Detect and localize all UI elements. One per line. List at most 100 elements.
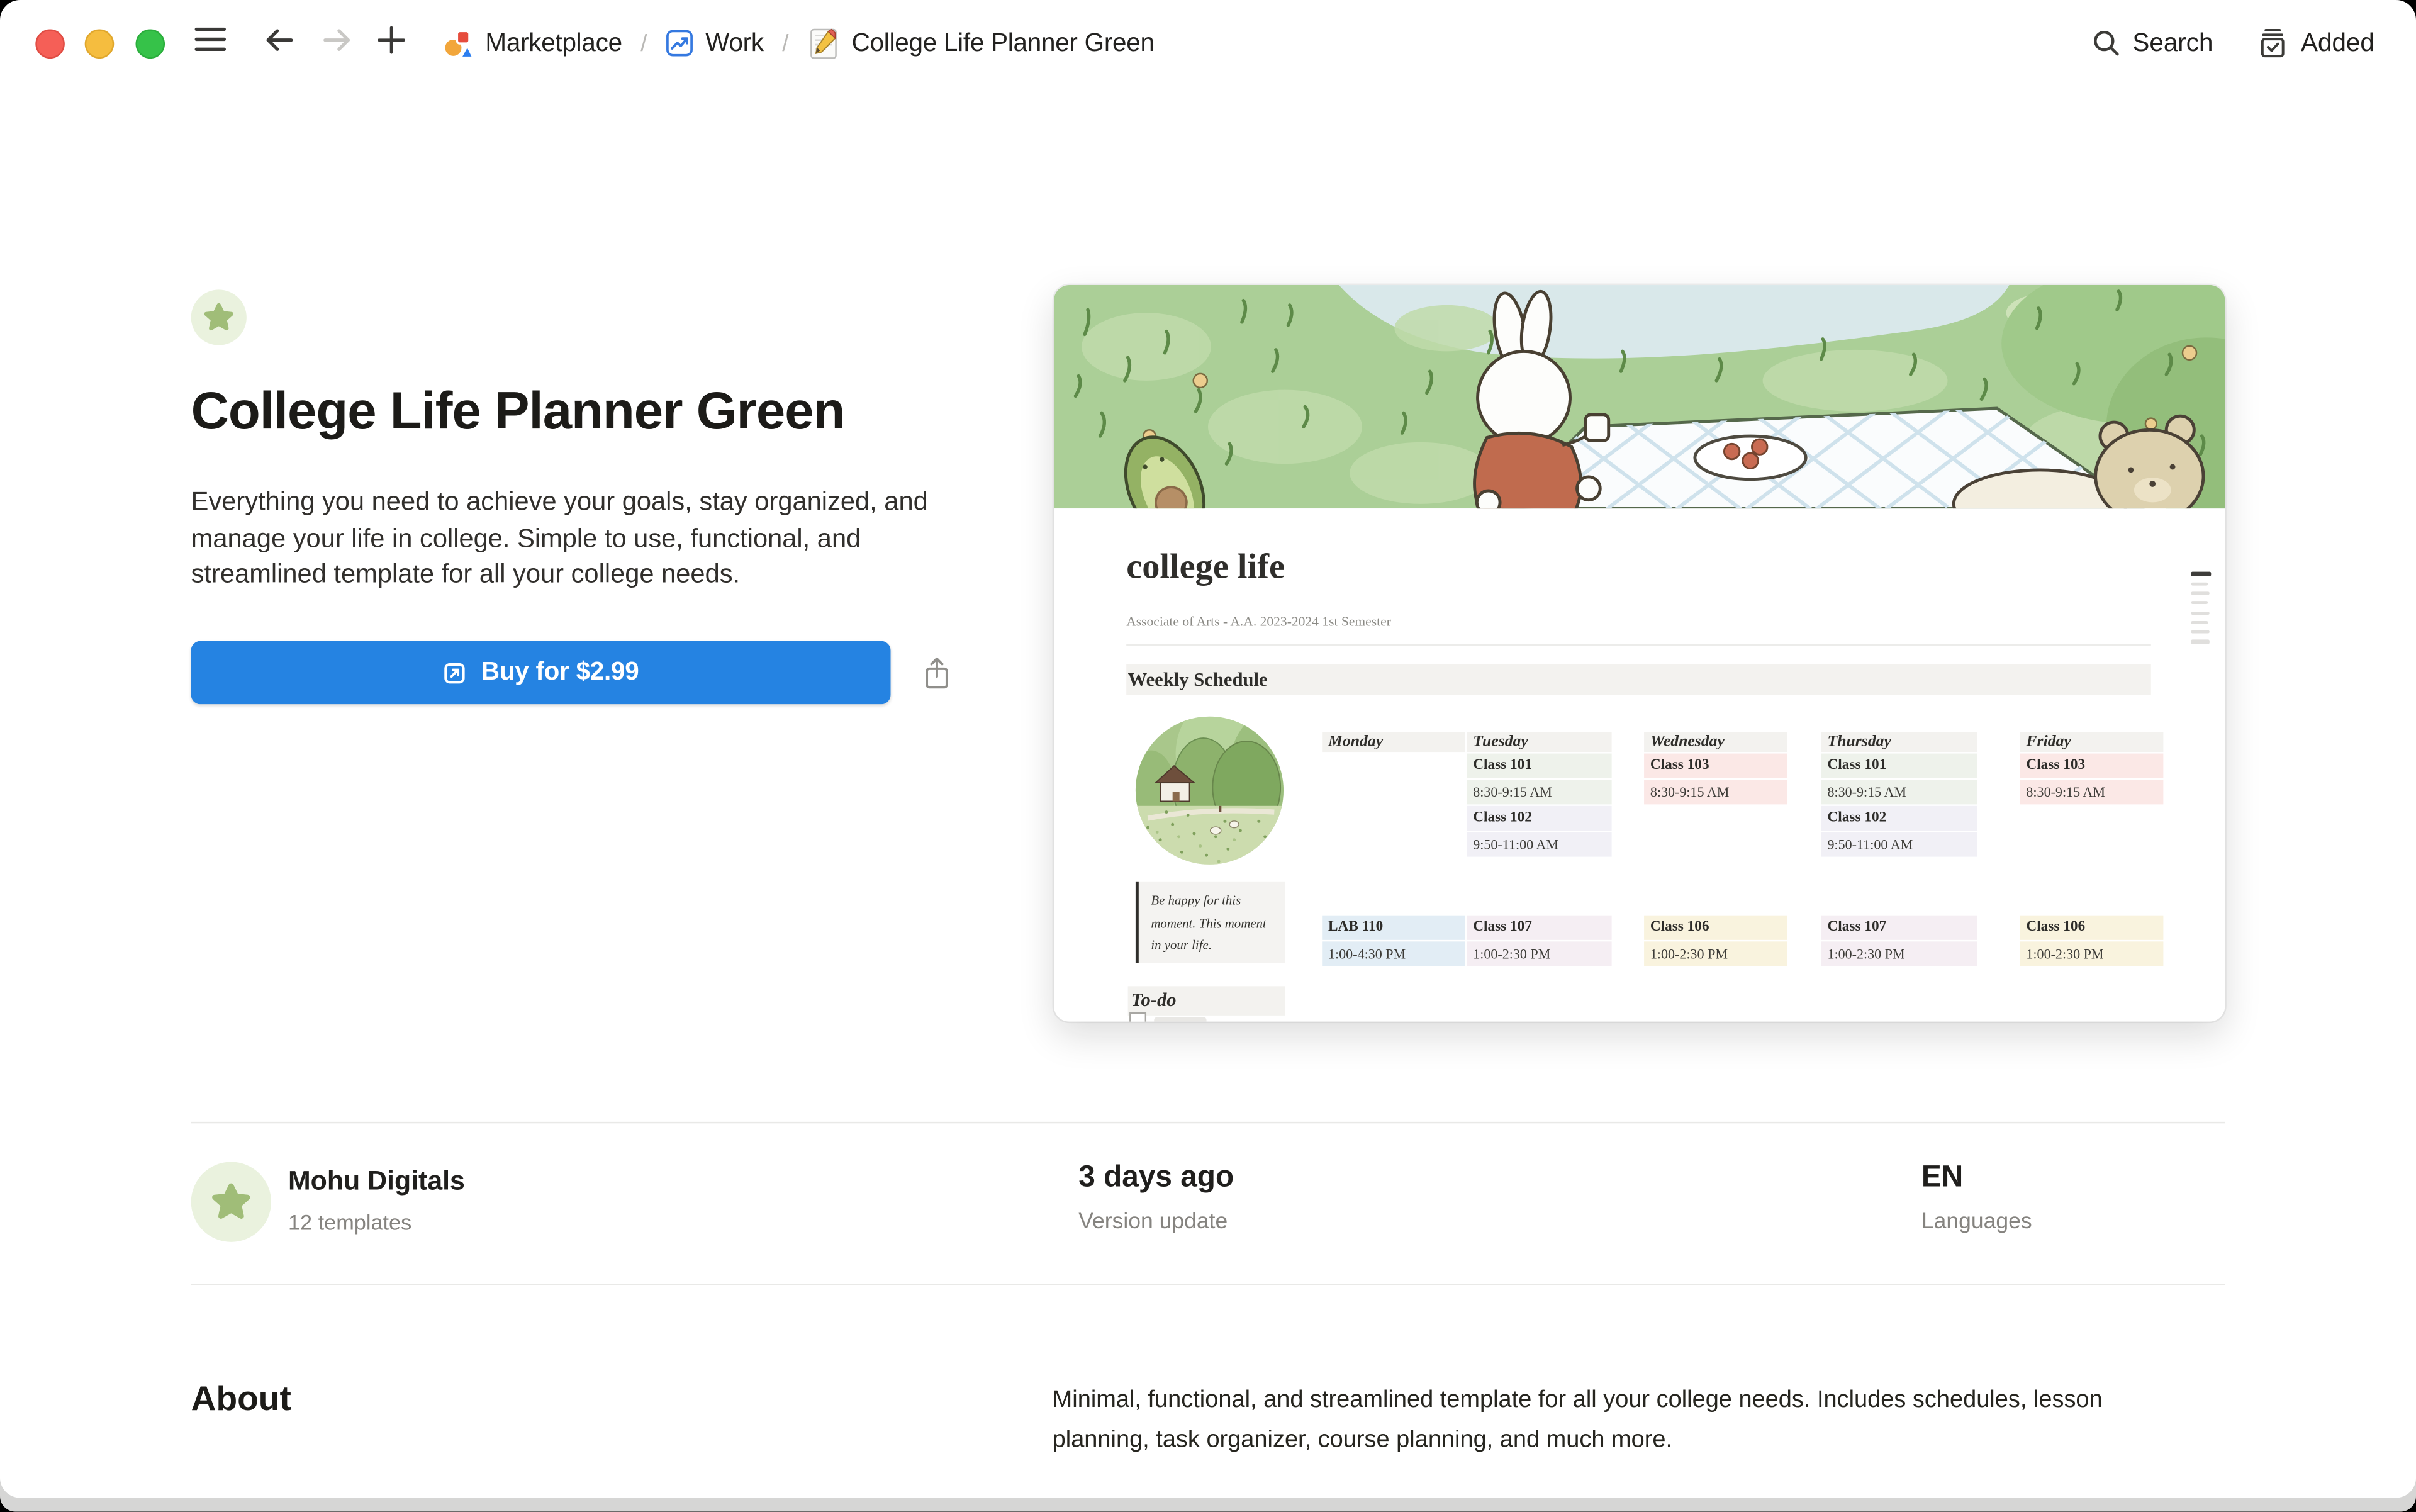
app-window: Marketplace / Work / [0,0,2416,1498]
memo-page-icon [807,27,839,59]
breadcrumb-item-work[interactable]: Work [666,28,764,58]
schedule-cell: Class 102 [1821,806,1977,831]
forest-circle-illustration [1136,717,1284,865]
schedule-cell-time: 1:00-2:30 PM [1821,941,1977,966]
buy-button-label: Buy for $2.99 [481,658,639,688]
screen: Marketplace / Work / [0,0,2416,1512]
day-header: Monday [1322,732,1465,752]
day-header: Wednesday [1644,732,1787,752]
section-divider [191,1284,2225,1285]
last-updated-label: Version update [1078,1209,1228,1234]
search-button[interactable]: Search [2091,28,2213,59]
green-star-icon [203,302,234,333]
day-header: Tuesday [1467,732,1611,752]
breadcrumb-separator: / [636,30,652,57]
added-box-check-icon [2256,26,2290,60]
template-description: Everything you need to achieve your goal… [191,484,977,593]
buy-button[interactable]: Buy for $2.99 [191,641,891,704]
toc-dash [2191,572,2211,576]
added-button[interactable]: Added [2256,26,2374,60]
about-heading: About [191,1379,291,1420]
schedule-cell: Class 102 [1467,806,1611,831]
preview-page-subtitle: Associate of Arts - A.A. 2023-2024 1st S… [1126,613,1391,629]
creator-template-count: 12 templates [288,1209,411,1234]
schedule-cell-time: 1:00-4:30 PM [1322,941,1465,966]
creator-name[interactable]: Mohu Digitals [288,1165,465,1197]
breadcrumb-label: College Life Planner Green [852,28,1155,58]
quote-block: Be happy for this moment. This moment in… [1136,882,1285,963]
language-value: EN [1921,1160,1963,1196]
marketplace-logo-icon [444,28,473,59]
schedule-cell-time: 8:30-9:15 AM [2020,780,2164,804]
last-updated: 3 days ago [1078,1160,1234,1196]
added-label: Added [2301,28,2374,58]
forward-arrow-icon [320,26,354,54]
toc-dash [2191,602,2208,605]
breadcrumb-label: Work [705,28,764,58]
checkbox-icon [1129,1012,1146,1022]
picnic-illustration [1054,285,2225,508]
preview-divider [1126,644,2151,646]
nav-back-button[interactable] [262,26,296,54]
schedule-column-monday: Monday LAB 110 1:00-4:30 PM [1322,732,1465,752]
share-icon [920,655,954,692]
toc-dash [2191,640,2209,643]
template-icon-badge [191,289,247,345]
todo-heading: To-do [1128,986,1285,1016]
schedule-cell: Class 106 [1644,916,1787,940]
day-header: Thursday [1821,732,1977,752]
schedule-cell-time: 8:30-9:15 AM [1821,780,1977,804]
schedule-cell-time: 8:30-9:15 AM [1644,780,1787,804]
schedule-column-tuesday: Tuesday Class 101 8:30-9:15 AM Class 102… [1467,732,1611,752]
schedule-cell-time: 1:00-2:30 PM [1467,941,1611,966]
template-preview-card: college life Associate of Arts - A.A. 20… [1054,285,2225,1022]
search-icon [2091,28,2122,59]
preview-section-weekly-schedule: Weekly Schedule [1126,664,2151,695]
schedule-cell: Class 107 [1467,916,1611,940]
schedule-cell-time: 9:50-11:00 AM [1821,832,1977,856]
schedule-column-wednesday: Wednesday Class 103 8:30-9:15 AM Class 1… [1644,732,1787,752]
titlebar: Marketplace / Work / [0,0,2416,86]
toc-dash [2191,582,2208,585]
toc-dash [2191,630,2209,634]
toc-dash [2191,611,2209,614]
breadcrumb: Marketplace / Work / [444,0,1154,86]
back-arrow-icon [262,26,296,54]
day-header: Friday [2020,732,2164,752]
schedule-cell-time: 8:30-9:15 AM [1467,780,1611,804]
titlebar-actions: Search Added [2091,0,2374,86]
breadcrumb-item-marketplace[interactable]: Marketplace [444,28,622,59]
about-text: Minimal, functional, and streamlined tem… [1053,1380,2119,1460]
schedule-cell: Class 101 [1467,754,1611,778]
schedule-cell: Class 103 [2020,754,2164,778]
weekly-schedule-heading: Weekly Schedule [1126,664,1267,695]
toc-dash [2191,620,2208,624]
language-label: Languages [1921,1209,2032,1234]
plus-icon [378,26,405,54]
nav-forward-button[interactable] [320,26,354,54]
schedule-cell-time: 1:00-2:30 PM [2020,941,2164,966]
todo-item-text-stub [1154,1016,1206,1022]
sidebar-menu-button[interactable] [194,26,226,53]
new-tab-button[interactable] [378,26,405,54]
breadcrumb-separator: / [778,30,793,57]
breadcrumb-label: Marketplace [485,28,622,58]
window-minimize-button[interactable] [85,30,115,59]
toc-dash [2191,591,2209,595]
creator-avatar[interactable] [191,1162,271,1242]
green-star-icon [211,1182,252,1222]
schedule-cell: Class 106 [2020,916,2164,940]
page-title: College Life Planner Green [191,378,845,445]
share-button[interactable] [919,655,956,692]
chart-increasing-icon [666,30,693,57]
schedule-cell-time: 1:00-2:30 PM [1644,941,1787,966]
section-divider [191,1122,2225,1123]
window-zoom-button[interactable] [136,30,165,59]
window-close-button[interactable] [35,30,65,59]
preview-page-title: college life [1126,547,1285,587]
schedule-column-friday: Friday Class 103 8:30-9:15 AM Class 106 … [2020,732,2164,752]
schedule-cell: Class 107 [1821,916,1977,940]
breadcrumb-item-current-page[interactable]: College Life Planner Green [807,27,1155,59]
external-link-icon [443,660,467,685]
hamburger-icon [194,26,226,53]
